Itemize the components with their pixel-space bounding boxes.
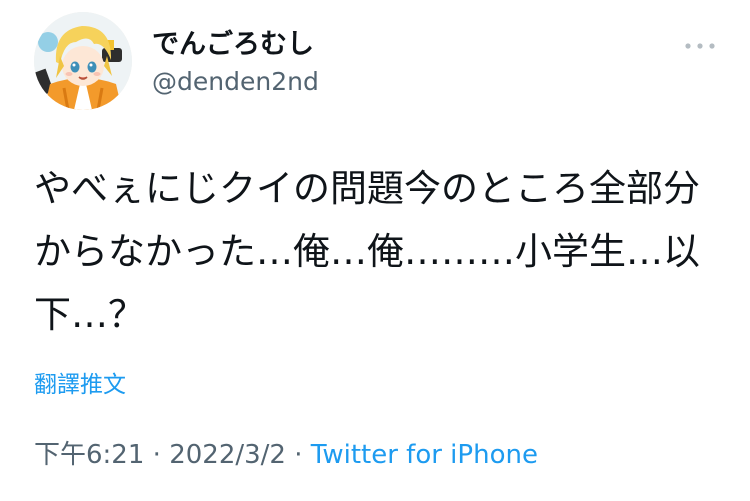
tweet-card: でんごろむし @denden2nd やべぇにじクイの問題今のところ全部分からなか… (0, 0, 750, 501)
more-horizontal-icon[interactable] (680, 34, 720, 58)
tweet-date[interactable]: 2022/3/2 (169, 440, 286, 470)
avatar-illustration-icon (34, 12, 132, 110)
tweet-text: やべぇにじクイの問題今のところ全部分からなかった…俺…俺………小学生…以下…？ (34, 167, 700, 336)
translate-tweet-link[interactable]: 翻譯推文 (34, 370, 126, 400)
meta-separator: · (144, 440, 170, 470)
display-name[interactable]: でんごろむし (152, 28, 314, 62)
meta-separator: · (285, 440, 311, 470)
avatar[interactable] (34, 12, 132, 110)
tweet-source-link[interactable]: Twitter for iPhone (311, 440, 538, 470)
user-handle[interactable]: @denden2nd (152, 66, 319, 98)
tweet-metadata: 下午6:21 · 2022/3/2 · Twitter for iPhone (34, 438, 538, 472)
tweet-time[interactable]: 下午6:21 (34, 440, 144, 470)
